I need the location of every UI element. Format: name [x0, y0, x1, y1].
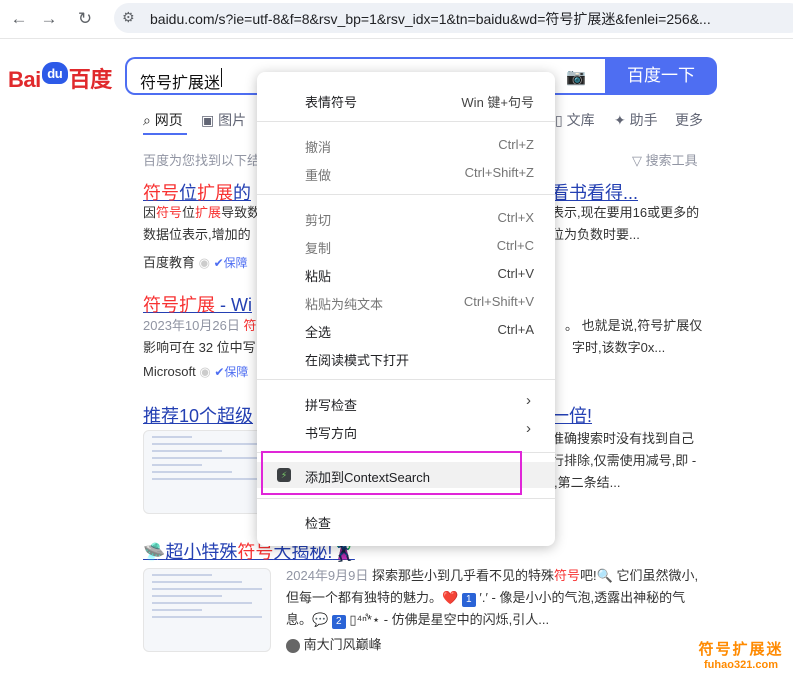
- menu-item-emoji[interactable]: 表情符号 Win 键+句号: [257, 87, 555, 113]
- result-3-snippet-1: 准确搜索时没有找到自己: [551, 431, 695, 446]
- result-1-snippet-2: 数据位表示,增加的: [143, 227, 251, 242]
- result-4-thumbnail[interactable]: [143, 568, 271, 652]
- verified-badge: ✔保障: [214, 365, 249, 379]
- chevron-right-icon: ›: [526, 420, 531, 437]
- menu-item-spellcheck[interactable]: 拼写检查 ›: [257, 390, 555, 416]
- menu-item-paste[interactable]: 粘贴 Ctrl+V: [257, 261, 555, 287]
- menu-item-undo[interactable]: 撤消 Ctrl+Z: [257, 132, 555, 158]
- result-2-snippet-2: 影响可在 32 位中写: [143, 340, 256, 355]
- dropdown-icon: ◉: [198, 255, 210, 270]
- search-button[interactable]: 百度一下: [605, 57, 717, 95]
- menu-separator: [257, 194, 555, 195]
- search-small-icon: ⌕: [143, 112, 151, 128]
- chevron-right-icon: ›: [526, 392, 531, 409]
- result-2-title[interactable]: 符号扩展 - Wi: [143, 291, 252, 317]
- result-3-snippet-2: 行排除,仅需使用减号,即 -: [551, 453, 697, 468]
- site-info-icon[interactable]: ⚙: [122, 9, 135, 26]
- search-input[interactable]: 符号扩展迷: [140, 69, 220, 93]
- tab-more[interactable]: 更多: [675, 110, 703, 130]
- result-2-snippet-1: 2023年10月26日 符: [143, 318, 257, 333]
- verified-badge: ✔保障: [213, 256, 248, 270]
- result-4-snippet-2: 但每一个都有独特的魅力。❤️ 1 ′.′ - 像是小小的气泡,透露出神秘的气: [286, 590, 686, 607]
- image-icon: ▣: [201, 112, 215, 128]
- menu-item-inspect[interactable]: 检查: [257, 508, 555, 534]
- menu-item-cut[interactable]: 剪切 Ctrl+X: [257, 205, 555, 231]
- tab-active-indicator: [143, 133, 187, 135]
- url-text[interactable]: baidu.com/s?ie=utf-8&f=8&rsv_bp=1&rsv_id…: [150, 9, 790, 29]
- watermark: 符号扩展迷 fuhao321.com: [698, 641, 784, 671]
- result-1-snippet-1: 因符号位扩展导致数: [143, 205, 261, 220]
- menu-separator: [257, 379, 555, 380]
- baidu-logo[interactable]: Bai du 百度: [8, 62, 112, 94]
- result-4-snippet-1: 2024年9月9日 探索那些小到几乎看不见的特殊符号吧!🔍 它们虽然微小,: [286, 568, 699, 583]
- result-3-title-tail[interactable]: 一倍!: [551, 402, 592, 428]
- doc-icon: ▯: [555, 112, 563, 128]
- keycap-1-icon: 1: [461, 593, 476, 607]
- menu-item-reading-mode[interactable]: 在阅读模式下打开: [257, 345, 555, 371]
- result-3-title[interactable]: 推荐10个超级: [143, 402, 253, 428]
- emoji-icon: 🛸: [143, 542, 166, 562]
- logo-paw-du: du: [41, 62, 68, 84]
- menu-item-copy[interactable]: 复制 Ctrl+C: [257, 233, 555, 259]
- keycap-2-icon: 2: [331, 615, 346, 629]
- tab-wenku[interactable]: ▯ 文库: [555, 110, 595, 130]
- logo-text-baidu-cn: 百度: [68, 67, 113, 92]
- logo-text-bai: Bai: [8, 67, 41, 92]
- result-1-snippet-1-tail: 表示,现在要用16或更多的: [551, 205, 700, 220]
- annotation-highlight-box: [261, 451, 522, 495]
- menu-item-select-all[interactable]: 全选 Ctrl+A: [257, 317, 555, 343]
- forward-arrow-icon[interactable]: →: [38, 8, 60, 30]
- back-arrow-icon[interactable]: ←: [8, 8, 30, 30]
- menu-separator: [257, 121, 555, 122]
- result-4-snippet-3: 息。💬 2 ▯⁴ⁿ̊*⋆ - 仿佛是星空中的闪烁,引人...: [286, 612, 550, 629]
- dropdown-icon: ◉: [199, 364, 211, 379]
- ai-icon: ✦: [614, 112, 626, 128]
- result-2-source[interactable]: Microsoft ◉ ✔保障: [143, 363, 248, 380]
- result-3-thumbnail[interactable]: [143, 430, 271, 514]
- result-2-snippet-2-tail: 字时,该数字0x...: [572, 340, 666, 355]
- result-2-snippet-1-tail: 。 也就是说,符号扩展仅: [565, 318, 703, 333]
- result-1-snippet-2-tail: 位为负数时要...: [551, 227, 640, 242]
- result-count-text: 百度为您找到以下结: [143, 153, 261, 168]
- result-4-source[interactable]: 南大门风巅峰: [286, 634, 382, 653]
- camera-icon[interactable]: 📷: [566, 67, 588, 86]
- menu-separator: [257, 498, 555, 499]
- result-1-source[interactable]: 百度教育 ◉ ✔保障: [143, 252, 248, 271]
- search-tools[interactable]: ▽ 搜索工具: [632, 150, 698, 169]
- text-caret: [221, 68, 222, 87]
- tab-web[interactable]: ⌕ 网页: [143, 110, 183, 130]
- menu-item-writing-direction[interactable]: 书写方向 ›: [257, 418, 555, 444]
- tab-images[interactable]: ▣ 图片: [201, 110, 246, 130]
- menu-item-paste-plain[interactable]: 粘贴为纯文本 Ctrl+Shift+V: [257, 289, 555, 315]
- reload-icon[interactable]: ↻: [74, 8, 96, 30]
- tab-assistant[interactable]: ✦ 助手: [614, 110, 658, 130]
- filter-icon: ▽: [632, 153, 642, 168]
- avatar: [286, 638, 300, 653]
- menu-item-redo[interactable]: 重做 Ctrl+Shift+Z: [257, 160, 555, 186]
